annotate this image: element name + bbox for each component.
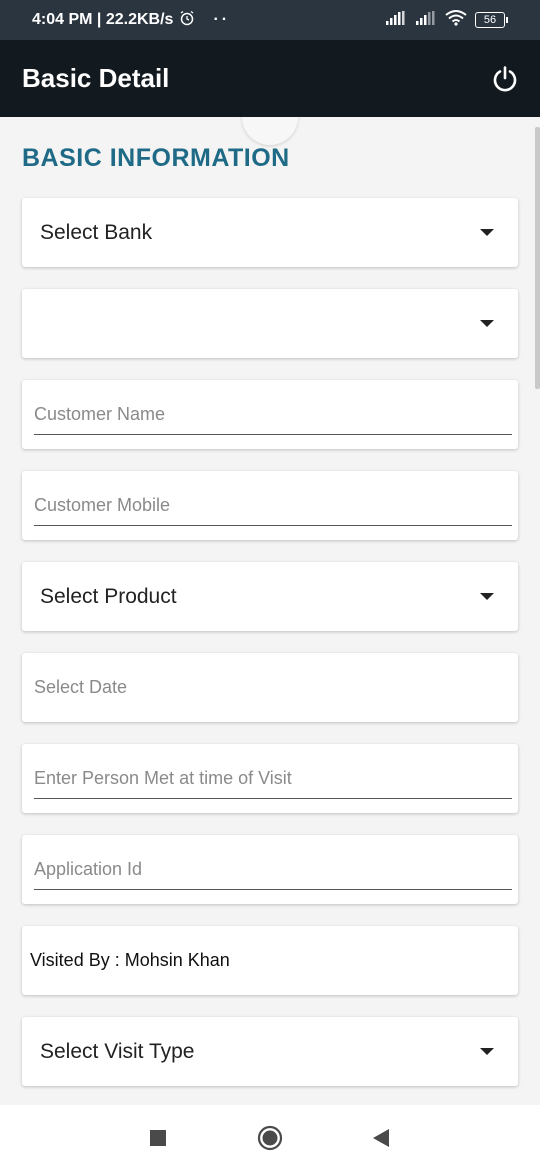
person-met-input[interactable]: [34, 766, 512, 799]
wifi-icon: [445, 9, 467, 31]
customer-name-card: [22, 380, 518, 449]
person-met-card: [22, 744, 518, 813]
form-content[interactable]: BASIC INFORMATION Select Bank Select Pro…: [0, 117, 540, 1105]
select-product-dropdown[interactable]: Select Product: [22, 562, 518, 631]
battery-icon: 56: [475, 12, 508, 28]
battery-level: 56: [475, 12, 505, 28]
alarm-icon: [179, 10, 195, 31]
customer-mobile-card: [22, 471, 518, 540]
status-time: 4:04 PM | 22.2KB/s: [32, 11, 174, 28]
section-title: BASIC INFORMATION: [22, 144, 290, 172]
caret-down-icon: [480, 320, 494, 327]
caret-down-icon: [480, 229, 494, 236]
select-bank-label: Select Bank: [40, 220, 153, 244]
notification-dots: ··: [213, 11, 231, 28]
page-title: Basic Detail: [22, 63, 170, 93]
select-bank-dropdown[interactable]: Select Bank: [22, 198, 518, 267]
visited-by-text: Visited By : Mohsin Khan: [30, 950, 230, 970]
application-id-card: [22, 835, 518, 904]
scrollbar[interactable]: [535, 127, 540, 389]
navigation-bar: [0, 1105, 540, 1170]
application-id-input[interactable]: [34, 857, 512, 890]
select-date-label: Select Date: [34, 677, 128, 697]
select-date-field[interactable]: Select Date: [22, 653, 518, 722]
status-right: 56: [385, 9, 508, 31]
power-icon[interactable]: [490, 64, 520, 94]
signal-icon: [385, 10, 407, 30]
customer-mobile-input[interactable]: [34, 493, 512, 526]
app-bar: Basic Detail: [0, 40, 540, 117]
select-product-label: Select Product: [40, 584, 177, 608]
status-left: 4:04 PM | 22.2KB/s ··: [32, 10, 230, 31]
status-bar: 4:04 PM | 22.2KB/s ·· 56: [0, 0, 540, 40]
caret-down-icon: [480, 593, 494, 600]
signal-icon-2: [415, 10, 437, 30]
square-icon[interactable]: [150, 1129, 166, 1146]
caret-down-icon: [480, 1048, 494, 1055]
triangle-back-icon[interactable]: [373, 1128, 389, 1147]
secondary-dropdown[interactable]: [22, 289, 518, 358]
customer-name-input[interactable]: [34, 402, 512, 435]
select-visit-type-label: Select Visit Type: [40, 1039, 195, 1063]
select-visit-type-dropdown[interactable]: Select Visit Type: [22, 1017, 518, 1086]
circle-icon[interactable]: [257, 1125, 283, 1151]
refresh-indicator: [242, 117, 298, 145]
visited-by-card: Visited By : Mohsin Khan: [22, 926, 518, 995]
